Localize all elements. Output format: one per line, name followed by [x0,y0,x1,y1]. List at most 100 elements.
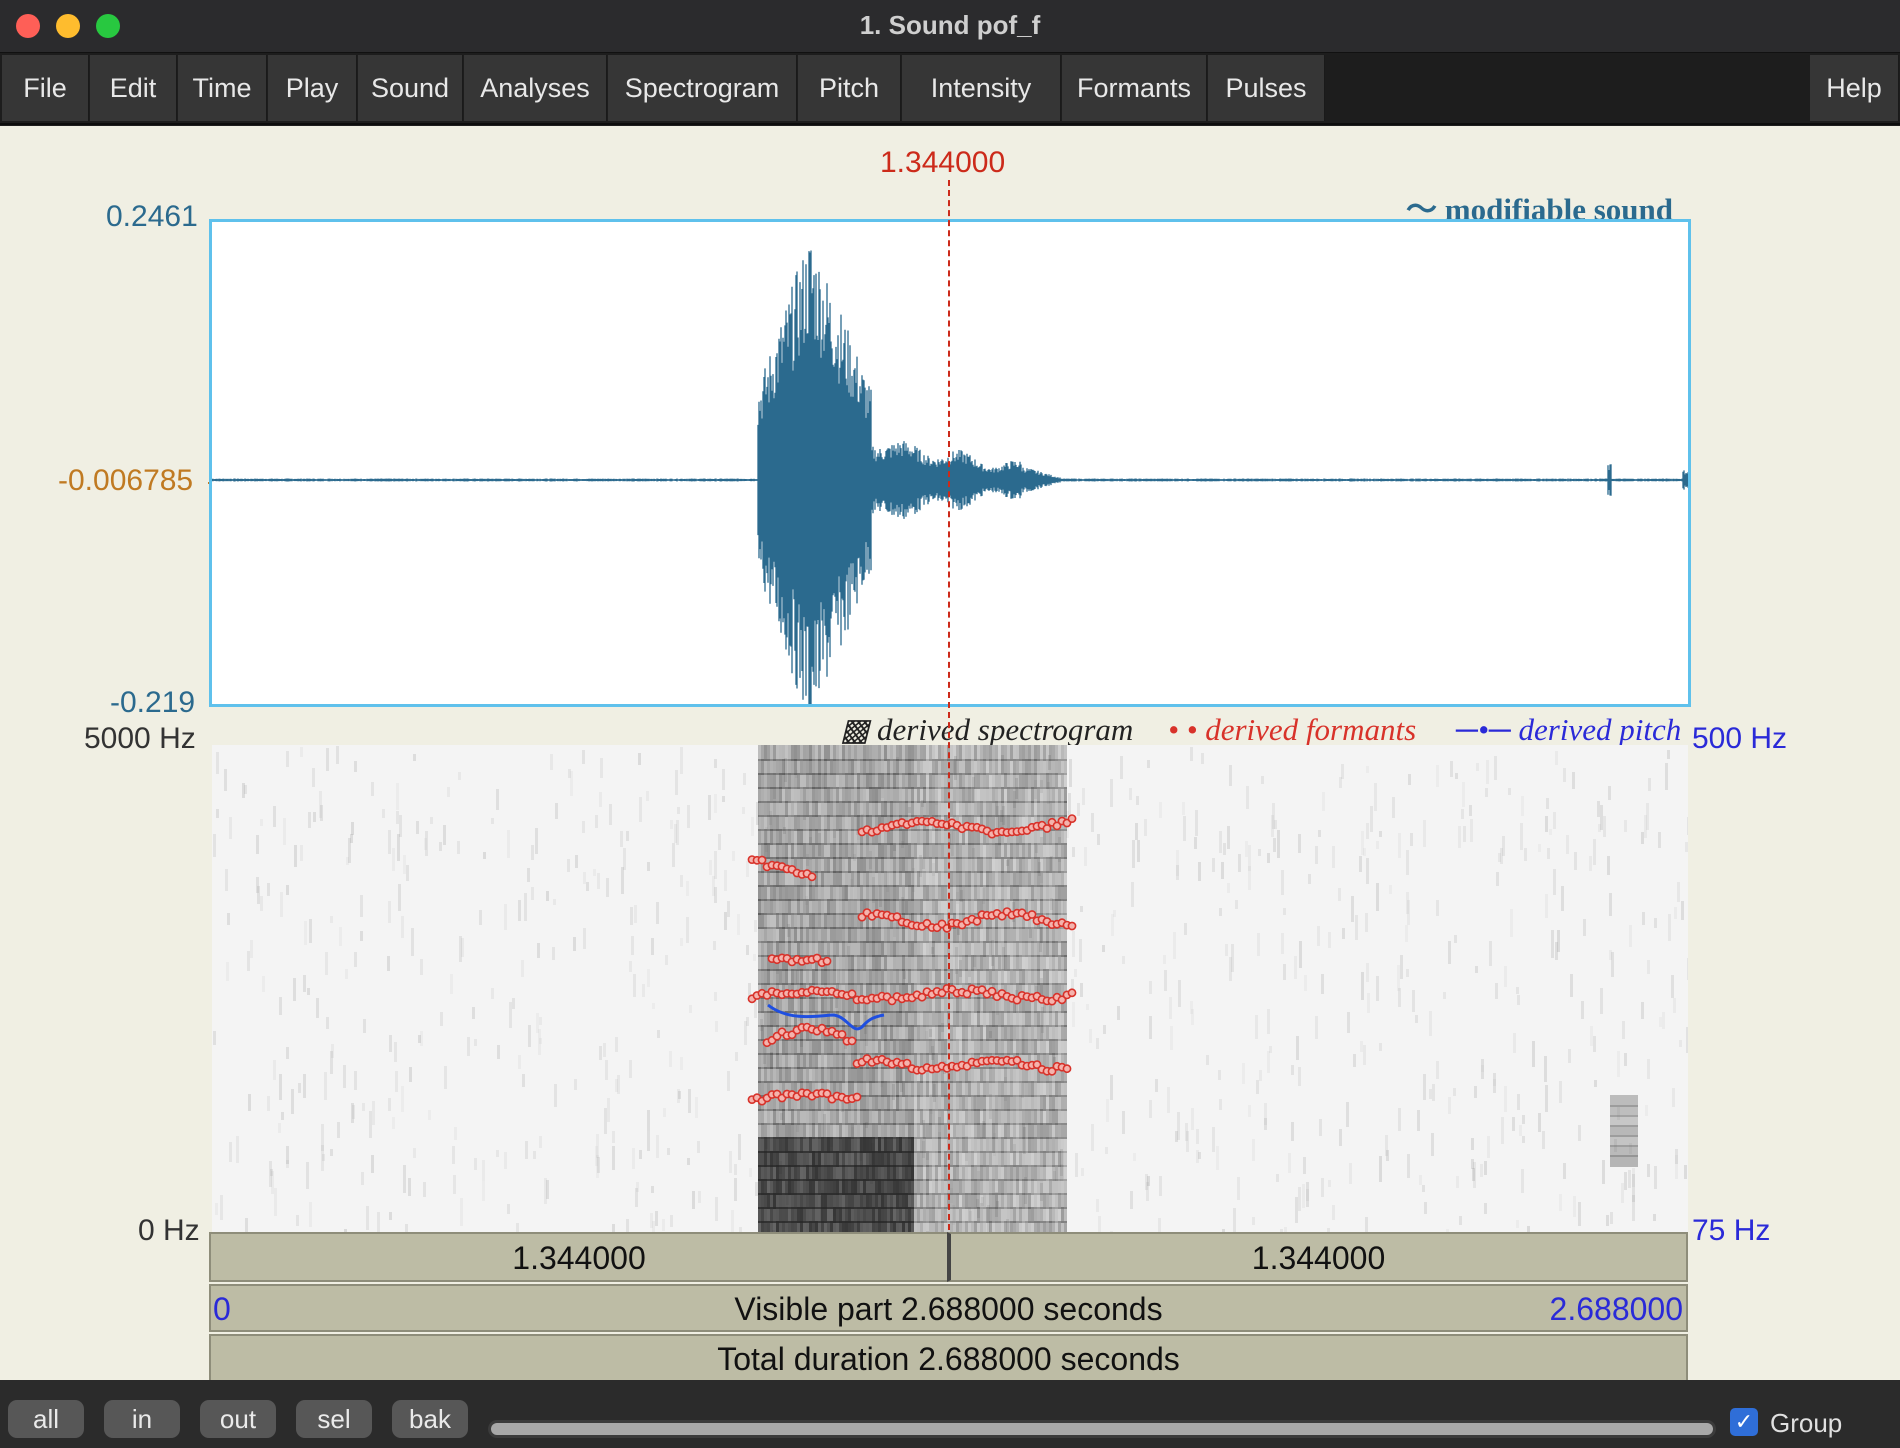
spectrogram-noise [1454,935,1457,943]
spectrogram-energy [1031,885,1034,901]
spectrogram-energy [815,885,818,901]
visible-part-bar[interactable]: 0 Visible part 2.688000 seconds 2.688000 [209,1284,1688,1332]
pitch-legend-label: derived pitch [1518,712,1682,747]
spectrogram-noise [686,881,689,896]
spectrogram-noise [1542,1131,1545,1149]
zoom-in-button[interactable]: in [104,1400,180,1438]
spectrogram-noise [687,805,690,828]
spectrogram-energy [779,927,782,943]
group-checkbox[interactable]: ✓ [1730,1408,1758,1436]
spectrogram-noise [698,1191,701,1203]
spectrogram-energy [869,1025,872,1041]
spectrogram-energy [1019,1193,1022,1209]
spectrogram-energy [812,899,815,915]
spectrogram-energy [920,759,923,775]
spectrogram-energy [1025,885,1028,901]
menu-sound[interactable]: Sound [358,55,463,121]
menu-spectrogram[interactable]: Spectrogram [608,55,797,121]
menu-formants[interactable]: Formants [1062,55,1207,121]
menu-pulses[interactable]: Pulses [1208,55,1325,121]
spectrogram-energy [944,997,947,1013]
spectrogram-energy [827,899,830,915]
menu-play[interactable]: Play [268,55,357,121]
menu-file[interactable]: File [2,55,89,121]
formant-point [822,956,832,966]
spectrogram-energy [869,1193,872,1209]
spectrogram-energy [1064,1011,1067,1027]
spectrogram-energy [899,1207,902,1223]
spectrogram-energy [782,1151,785,1167]
spectrogram-energy [989,1081,992,1097]
pitch-legend-icon: ─•─ [1456,712,1511,747]
spectrogram-noise [1480,1164,1483,1177]
spectrogram-noise [398,884,401,911]
spectrogram-noise [1144,819,1147,836]
spectrogram-energy [1040,1123,1043,1139]
menu-time[interactable]: Time [178,55,267,121]
spectrogram-energy [1064,1193,1067,1209]
spectrogram-noise [524,893,527,921]
spectrogram-energy [1010,773,1013,789]
spectrogram-energy [1001,1011,1004,1027]
spectrogram-energy [1064,773,1067,789]
spectrogram-energy [890,1221,893,1232]
spectrogram-noise [1641,1002,1644,1019]
spectrogram-energy [1004,1179,1007,1195]
spectrogram-energy [965,955,968,971]
spectrogram-noise [313,812,316,822]
spectrogram-noise [656,1135,659,1158]
spectrogram-energy [881,759,884,775]
spectrogram-energy [1007,1095,1010,1111]
spectrogram-energy [932,899,935,915]
spectrogram-noise [1229,957,1232,981]
sound-editor-area[interactable]: 1.344000 〜 modifiable sound 0.2461 -0.00… [0,126,1900,1382]
spectrogram-energy [980,759,983,775]
spectrogram-energy [854,871,857,887]
horizontal-scrollbar[interactable] [488,1420,1716,1438]
spectrogram-panel[interactable] [212,745,1688,1232]
scrollbar-thumb[interactable] [491,1423,1713,1435]
spectrogram-energy [935,1011,938,1027]
zoom-all-button[interactable]: all [8,1400,84,1438]
spectrogram-energy [923,899,926,915]
spectrogram-energy [875,1095,878,1111]
spectrogram-energy [896,927,899,943]
spectrogram-energy [959,969,962,985]
spectrogram-noise [1229,765,1232,786]
spectrogram-energy [803,997,806,1013]
menu-analyses[interactable]: Analyses [464,55,607,121]
spectrogram-energy [863,871,866,887]
spectrogram-energy [1046,1221,1049,1232]
spectrogram-energy [863,941,866,957]
spectrogram-energy [788,1067,791,1083]
menu-pitch[interactable]: Pitch [798,55,901,121]
spectrogram-noise [497,1045,500,1059]
total-duration-bar[interactable]: Total duration 2.688000 seconds [209,1334,1688,1382]
spectrogram-energy [1016,1109,1019,1125]
spectrogram-energy [845,843,848,859]
waveform-panel[interactable] [209,219,1691,710]
menu-edit[interactable]: Edit [90,55,177,121]
spectrogram-energy [1022,927,1025,943]
spectrogram-energy [1001,927,1004,943]
zoom-back-button[interactable]: bak [392,1400,468,1438]
spectrogram-noise [267,883,270,896]
spectrogram-energy [836,941,839,957]
menu-help[interactable]: Help [1810,55,1899,121]
spectrogram-energy [800,913,803,929]
menu-intensity[interactable]: Intensity [902,55,1061,121]
spectrogram-energy [1058,1095,1061,1111]
zoom-sel-button[interactable]: sel [296,1400,372,1438]
spectrogram-energy [809,1053,812,1069]
segment-left-bar[interactable]: 1.344000 [209,1232,949,1282]
spectrogram-energy [839,1039,842,1055]
segment-right-bar[interactable]: 1.344000 [947,1232,1688,1282]
zoom-out-button[interactable]: out [200,1400,276,1438]
spectrogram-noise [1555,751,1558,765]
spectrogram-energy [908,941,911,957]
spectrogram-energy [794,1137,797,1153]
spectrogram-energy [938,1039,941,1055]
spectrogram-noise [336,746,339,764]
spectrogram-energy [803,787,806,803]
spectrogram-energy [986,997,989,1013]
